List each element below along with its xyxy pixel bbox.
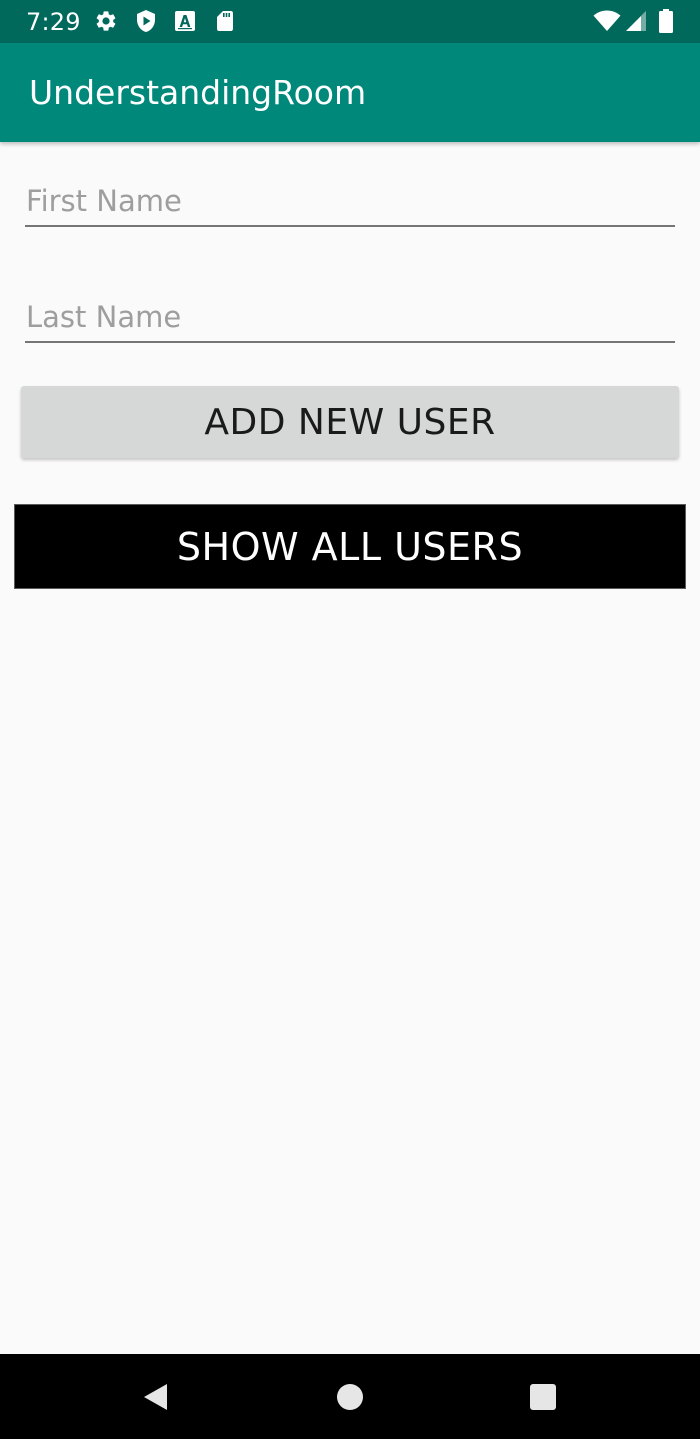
add-new-user-button[interactable]: ADD NEW USER [21,386,679,458]
show-all-users-button[interactable]: SHOW ALL USERS [14,504,686,589]
status-time: 7:29 [26,8,81,36]
show-all-users-label: SHOW ALL USERS [176,524,524,569]
status-bar: 7:29 [0,0,700,43]
home-icon[interactable] [334,1381,366,1413]
first-name-input[interactable] [25,177,675,227]
battery-icon [657,9,675,33]
font-a-icon [173,9,197,33]
gear-icon [94,9,118,33]
wifi-icon [593,9,621,33]
recents-icon[interactable] [527,1381,559,1413]
sd-card-icon [213,9,237,33]
app-title: UnderstandingRoom [29,73,367,112]
add-new-user-label: ADD NEW USER [204,401,496,443]
signal-icon [624,9,648,33]
app-bar: UnderstandingRoom [0,43,700,142]
navigation-bar [0,1354,700,1439]
last-name-input[interactable] [25,293,675,343]
back-icon[interactable] [139,1381,171,1413]
shield-play-icon [134,9,158,33]
